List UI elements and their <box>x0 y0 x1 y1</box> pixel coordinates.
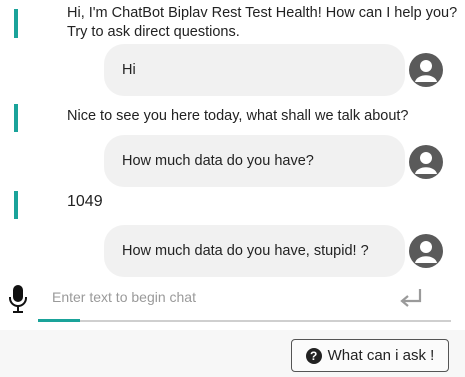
microphone-icon[interactable] <box>8 284 28 314</box>
bot-message-line: 1049 <box>67 193 103 210</box>
input-underline-active <box>38 319 80 322</box>
user-avatar-icon <box>409 234 443 268</box>
bot-message-marker <box>14 9 18 38</box>
bot-message-marker <box>14 191 18 219</box>
bot-message-line: Try to ask direct questions. <box>67 24 240 40</box>
question-circle-icon: ? <box>305 347 322 364</box>
what-can-i-ask-label: What can i ask ! <box>327 347 435 364</box>
bot-message: Hi, I'm ChatBot Biplav Rest Test Health!… <box>67 4 457 42</box>
bot-message: Nice to see you here today, what shall w… <box>67 107 409 126</box>
what-can-i-ask-button[interactable]: ? What can i ask ! <box>291 339 449 372</box>
input-underline <box>38 320 451 322</box>
user-message-bubble: How much data do you have? <box>104 135 405 187</box>
user-avatar-icon <box>409 53 443 87</box>
chat-input[interactable] <box>52 285 382 309</box>
send-enter-icon[interactable] <box>398 286 426 312</box>
user-message-bubble: Hi <box>104 44 405 96</box>
bot-message-marker <box>14 104 18 132</box>
user-message-bubble: How much data do you have, stupid! ? <box>104 225 405 277</box>
bot-message-line: Nice to see you here today, what shall w… <box>67 108 409 124</box>
user-avatar-icon <box>409 145 443 179</box>
bot-message: 1049 <box>67 192 103 211</box>
bot-message-line: Hi, I'm ChatBot Biplav Rest Test Health!… <box>67 5 458 21</box>
